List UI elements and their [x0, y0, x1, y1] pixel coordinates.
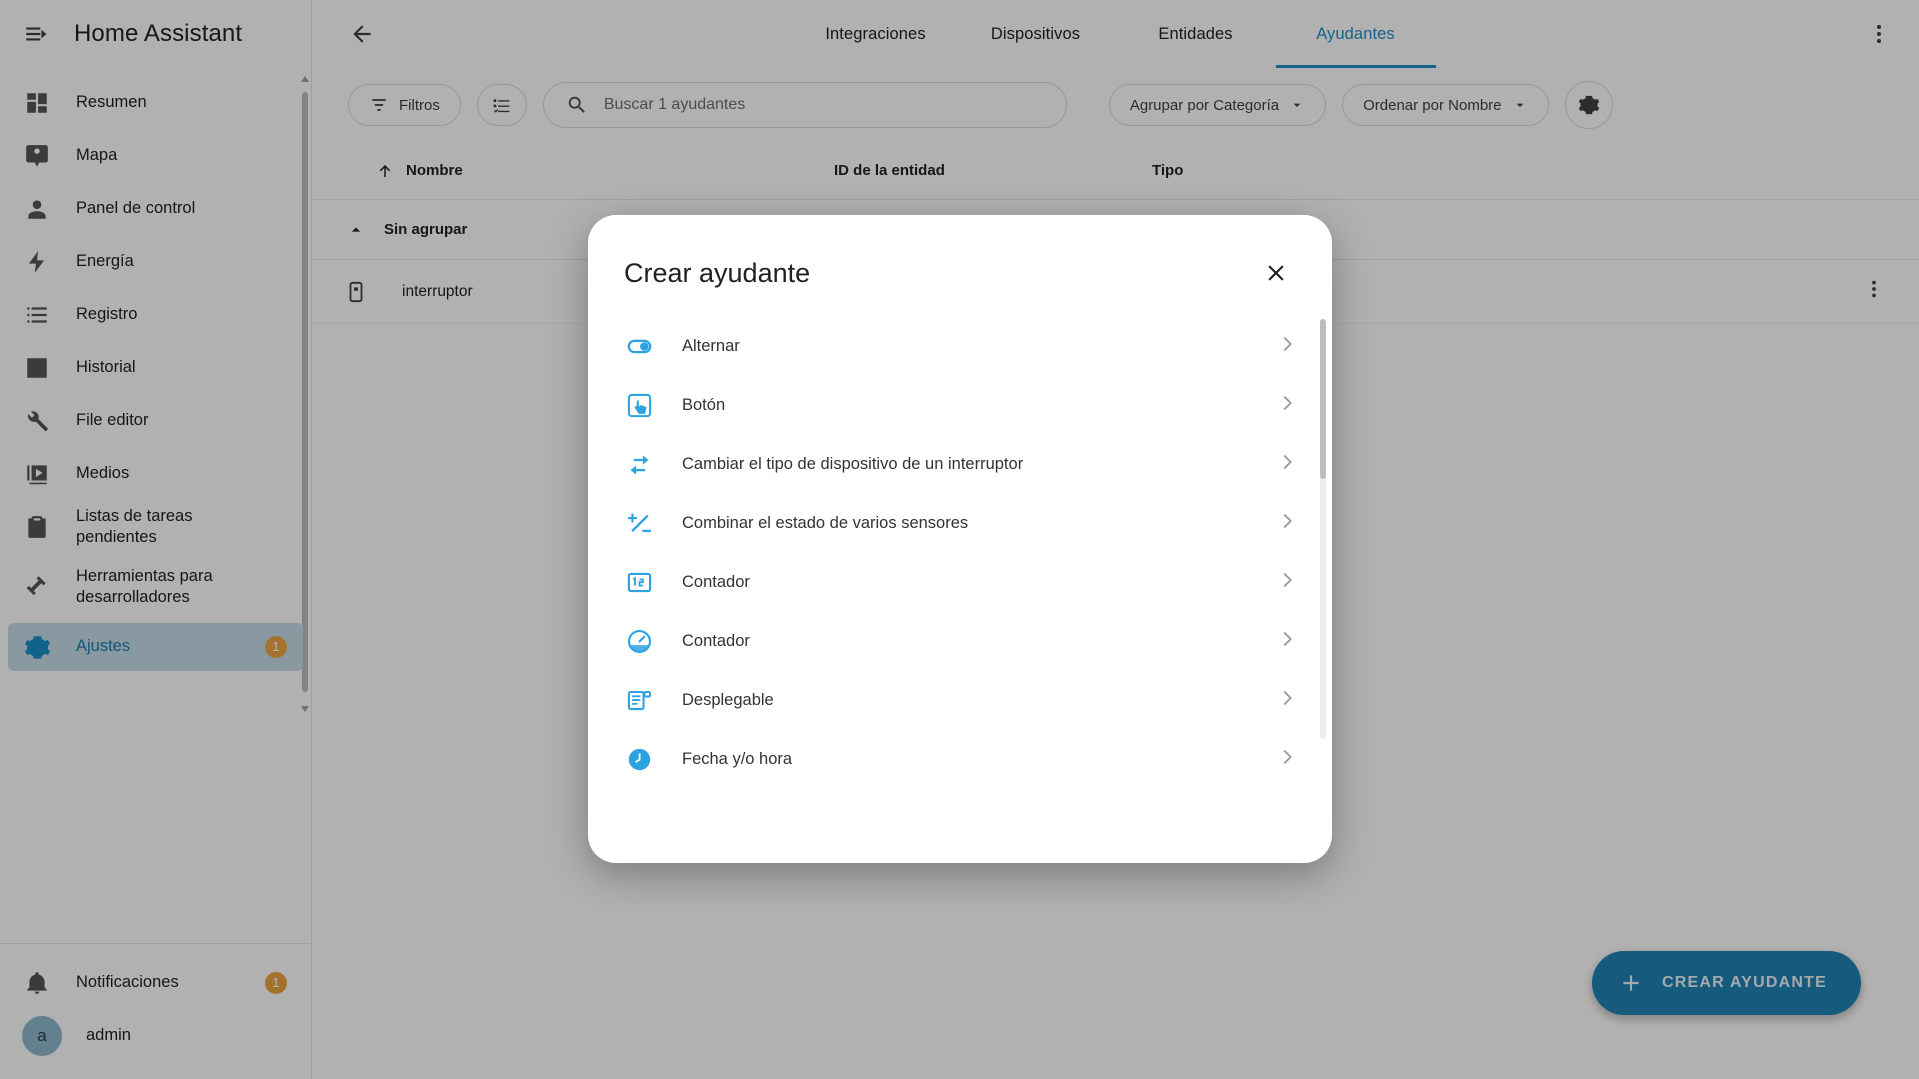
helper-option-label: Fecha y/o hora: [682, 750, 792, 769]
close-icon: [1263, 260, 1289, 286]
chevron-right-icon: [1276, 510, 1298, 537]
chevron-right-icon: [1276, 746, 1298, 773]
chevron-right-icon: [1276, 687, 1298, 714]
helper-option-contador-gauge[interactable]: Contador: [588, 612, 1332, 671]
close-button[interactable]: [1254, 251, 1298, 295]
helper-option-label: Desplegable: [682, 691, 774, 710]
chevron-right-icon: [1276, 569, 1298, 596]
helper-option-boton[interactable]: Botón: [588, 376, 1332, 435]
clock-icon: [624, 745, 654, 775]
helper-option-cambiar-tipo-dispositivo[interactable]: Cambiar el tipo de dispositivo de un int…: [588, 435, 1332, 494]
helper-type-list: Alternar Botón Cambiar el tipo de disp: [588, 313, 1332, 863]
dialog-title: Crear ayudante: [624, 258, 810, 289]
app-root: Home Assistant Resumen Mapa: [0, 0, 1919, 1079]
swap-horizontal-icon: [624, 450, 654, 480]
helper-option-combinar-sensores[interactable]: Combinar el estado de varios sensores: [588, 494, 1332, 553]
form-dropdown-icon: [624, 686, 654, 716]
dialog-header: Crear ayudante: [588, 215, 1332, 313]
gauge-icon: [624, 627, 654, 657]
helper-option-label: Combinar el estado de varios sensores: [682, 514, 968, 533]
helper-option-label: Botón: [682, 396, 725, 415]
helper-option-desplegable[interactable]: Desplegable: [588, 671, 1332, 730]
helper-option-label: Cambiar el tipo de dispositivo de un int…: [682, 455, 1023, 474]
helper-option-fecha-hora[interactable]: Fecha y/o hora: [588, 730, 1332, 789]
chevron-right-icon: [1276, 392, 1298, 419]
plus-minus-icon: [624, 509, 654, 539]
helper-option-label: Contador: [682, 573, 750, 592]
chevron-right-icon: [1276, 451, 1298, 478]
chevron-right-icon: [1276, 333, 1298, 360]
create-helper-dialog: Crear ayudante Alternar: [588, 215, 1332, 863]
helper-option-label: Alternar: [682, 337, 740, 356]
helper-option-alternar[interactable]: Alternar: [588, 317, 1332, 376]
helper-option-label: Contador: [682, 632, 750, 651]
helper-option-contador-counter[interactable]: Contador: [588, 553, 1332, 612]
dialog-scrollbar-thumb[interactable]: [1320, 319, 1326, 479]
chevron-right-icon: [1276, 628, 1298, 655]
gesture-tap-button-icon: [624, 391, 654, 421]
counter-icon: [624, 568, 654, 598]
toggle-switch-icon: [624, 332, 654, 362]
